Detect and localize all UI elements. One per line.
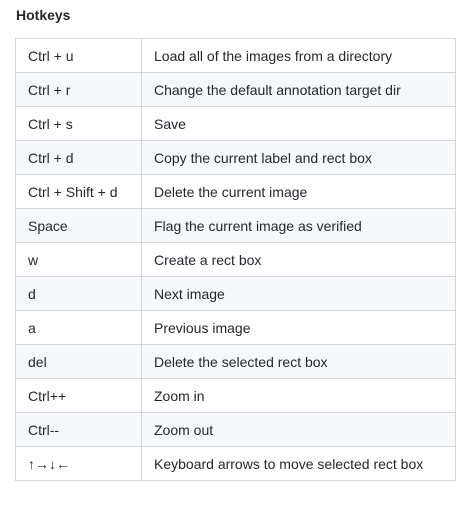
hotkey-cell: Ctrl + r — [15, 72, 142, 107]
hotkey-cell: del — [15, 344, 142, 379]
hotkey-cell: ↑→↓← — [15, 446, 142, 481]
description-cell: Save — [141, 106, 456, 141]
description-cell: Flag the current image as verified — [141, 208, 456, 243]
description-cell: Delete the current image — [141, 174, 456, 209]
description-cell: Change the default annotation target dir — [141, 72, 456, 107]
hotkey-cell: w — [15, 242, 142, 277]
description-cell: Load all of the images from a directory — [141, 38, 456, 73]
description-cell: Keyboard arrows to move selected rect bo… — [141, 446, 456, 481]
table-row: w Create a rect box — [15, 242, 456, 277]
table-row: Space Flag the current image as verified — [15, 208, 456, 243]
table-row: Ctrl + r Change the default annotation t… — [15, 72, 456, 107]
hotkey-cell: a — [15, 310, 142, 345]
table-row: ↑→↓← Keyboard arrows to move selected re… — [15, 446, 456, 481]
description-cell: Next image — [141, 276, 456, 311]
table-row: Ctrl++ Zoom in — [15, 378, 456, 413]
hotkey-cell: Ctrl + Shift + d — [15, 174, 142, 209]
description-cell: Delete the selected rect box — [141, 344, 456, 379]
hotkeys-table: Ctrl + u Load all of the images from a d… — [15, 38, 456, 481]
description-cell: Copy the current label and rect box — [141, 140, 456, 175]
table-row: Ctrl + u Load all of the images from a d… — [15, 38, 456, 73]
hotkey-cell: Ctrl-- — [15, 412, 142, 447]
table-row: a Previous image — [15, 310, 456, 345]
table-row: Ctrl + Shift + d Delete the current imag… — [15, 174, 456, 209]
table-row: d Next image — [15, 276, 456, 311]
description-cell: Zoom in — [141, 378, 456, 413]
table-row: Ctrl + s Save — [15, 106, 456, 141]
hotkey-cell: Ctrl + u — [15, 38, 142, 73]
table-row: Ctrl + d Copy the current label and rect… — [15, 140, 456, 175]
hotkey-cell: Ctrl++ — [15, 378, 142, 413]
table-row: Ctrl-- Zoom out — [15, 412, 456, 447]
hotkey-cell: Space — [15, 208, 142, 243]
hotkey-cell: d — [15, 276, 142, 311]
hotkey-cell: Ctrl + s — [15, 106, 142, 141]
description-cell: Create a rect box — [141, 242, 456, 277]
description-cell: Previous image — [141, 310, 456, 345]
table-row: del Delete the selected rect box — [15, 344, 456, 379]
hotkey-cell: Ctrl + d — [15, 140, 142, 175]
description-cell: Zoom out — [141, 412, 456, 447]
section-heading: Hotkeys — [16, 7, 71, 23]
